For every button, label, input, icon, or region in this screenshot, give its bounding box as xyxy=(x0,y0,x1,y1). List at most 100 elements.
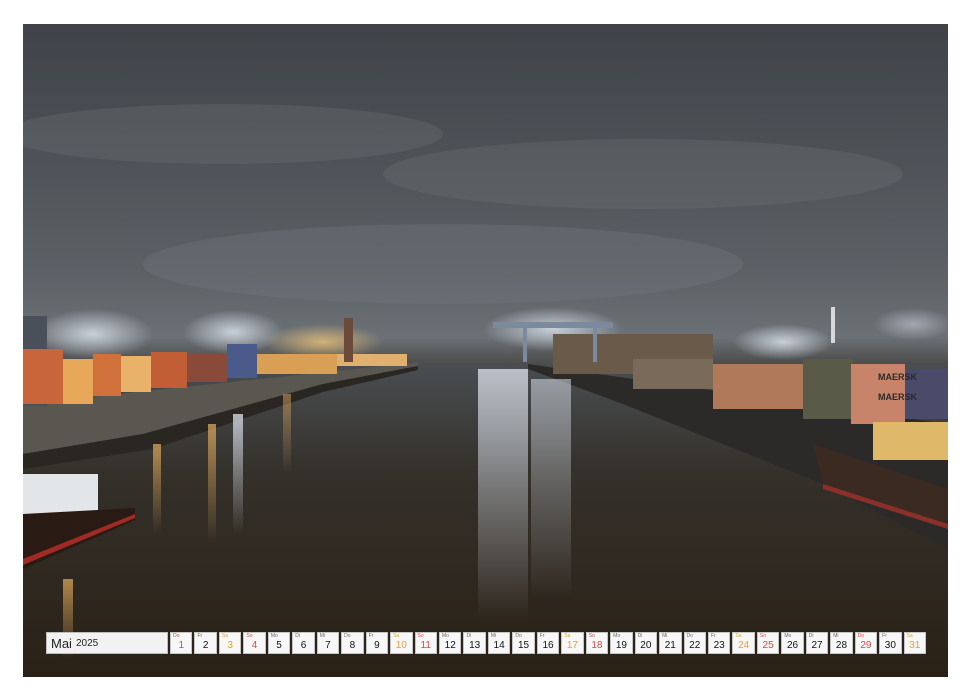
day-number: 18 xyxy=(591,640,603,651)
light-reflection xyxy=(531,379,571,599)
boat-cabin xyxy=(23,474,98,514)
day-cell: Fr 23 xyxy=(707,632,731,654)
harbor-scene: MAERSK MAERSK xyxy=(23,104,948,677)
day-cell: Mo 26 xyxy=(781,632,804,654)
light-glow xyxy=(733,324,833,360)
day-number: 17 xyxy=(566,640,579,651)
day-number: 11 xyxy=(420,640,431,651)
light-reflection xyxy=(153,444,161,534)
weekday-abbr: Sa xyxy=(735,633,742,639)
day-number: 6 xyxy=(300,640,307,651)
weekday-abbr: So xyxy=(759,633,766,639)
day-number: 5 xyxy=(276,640,282,651)
maersk-label: MAERSK xyxy=(878,392,918,402)
day-number: 7 xyxy=(325,640,331,651)
container-stack xyxy=(713,364,803,409)
weekday-abbr: Mi xyxy=(490,633,497,639)
weekday-abbr: Do xyxy=(686,633,693,639)
day-cell: So 25 xyxy=(756,632,780,654)
weekday-abbr: Fr xyxy=(197,633,203,639)
day-cell: Sa 24 xyxy=(732,632,755,654)
day-number: 4 xyxy=(251,640,258,651)
day-cell: Di 13 xyxy=(463,632,486,654)
day-number: 29 xyxy=(860,640,872,651)
day-number: 30 xyxy=(884,640,896,651)
day-number: 13 xyxy=(469,640,481,651)
weekday-abbr: Sa xyxy=(564,633,571,639)
day-cell: Do 22 xyxy=(683,632,706,654)
day-cell: Do 29 xyxy=(854,632,878,654)
weekday-abbr: Sa xyxy=(221,633,229,639)
month-name: Mai xyxy=(51,635,72,651)
day-number: 9 xyxy=(374,640,380,651)
day-cell: Mi 14 xyxy=(487,632,511,654)
container-stack xyxy=(187,354,227,382)
day-number: 15 xyxy=(518,640,530,651)
day-number: 2 xyxy=(202,640,209,651)
light-glow xyxy=(873,308,948,340)
weekday-abbr: Do xyxy=(173,633,180,639)
day-cell: Mi 28 xyxy=(830,632,853,654)
weekday-abbr: Mi xyxy=(833,633,839,639)
day-cell: Do 8 xyxy=(341,632,364,654)
container-stack xyxy=(121,356,151,392)
day-cell: So 11 xyxy=(414,632,437,654)
day-number: 24 xyxy=(738,640,750,651)
month-year: 2025 xyxy=(75,637,99,649)
weekday-abbr: Do xyxy=(515,633,522,639)
day-number: 16 xyxy=(542,640,554,651)
weekday-abbr: Di xyxy=(466,633,472,639)
day-cell: Mo 19 xyxy=(610,632,633,654)
day-number: 27 xyxy=(811,640,823,651)
day-number: 26 xyxy=(786,640,799,651)
day-cell: Fr 9 xyxy=(365,632,389,654)
day-cell: Di 6 xyxy=(292,632,315,654)
weekday-abbr: Mo xyxy=(270,633,278,639)
weekday-abbr: Fr xyxy=(882,633,887,639)
weekday-abbr: Di xyxy=(637,633,643,639)
month-label-box: Mai 2025 xyxy=(46,632,168,654)
gantry-crane-leg xyxy=(523,322,527,362)
day-cell: Mo 12 xyxy=(438,632,462,654)
day-cell: Mi 21 xyxy=(659,632,682,654)
weekday-abbr: Fr xyxy=(710,633,716,639)
day-number: 23 xyxy=(713,640,725,651)
harbor-night-photo: MAERSK MAERSK xyxy=(23,24,948,677)
cloud xyxy=(383,139,903,209)
day-number: 21 xyxy=(664,640,676,651)
container-stack xyxy=(93,354,121,396)
day-number: 1 xyxy=(178,640,184,651)
container-stack xyxy=(63,359,93,404)
weekday-abbr: Mo xyxy=(784,633,792,639)
weekday-abbr: So xyxy=(588,633,595,639)
day-cell: Mo 5 xyxy=(267,632,291,654)
day-cell: Sa 10 xyxy=(390,632,413,654)
container-stack xyxy=(803,359,853,419)
day-cell: Do 15 xyxy=(512,632,535,654)
cloud xyxy=(23,104,443,164)
weekday-abbr: Do xyxy=(344,633,351,639)
maersk-label: MAERSK xyxy=(878,372,918,382)
day-number: 3 xyxy=(227,640,233,651)
day-cell: Sa 17 xyxy=(561,632,584,654)
day-cell: Sa 31 xyxy=(903,632,927,654)
day-number: 28 xyxy=(835,640,848,651)
day-number: 22 xyxy=(689,640,701,651)
day-cell: Fr 30 xyxy=(879,632,902,654)
chimney xyxy=(831,307,835,343)
day-cell: Sa 3 xyxy=(218,632,242,654)
day-number: 10 xyxy=(395,640,407,651)
day-number: 25 xyxy=(762,640,774,651)
container-stack xyxy=(873,422,948,460)
weekday-abbr: Di xyxy=(295,633,300,639)
weekday-abbr: Mo xyxy=(441,633,449,639)
container-stack xyxy=(227,344,257,378)
weekday-abbr: Mo xyxy=(613,633,621,639)
day-cell: So 18 xyxy=(585,632,609,654)
container-stack xyxy=(633,359,713,389)
weekday-abbr: So xyxy=(417,633,424,639)
day-cell: Di 27 xyxy=(805,632,829,654)
weekday-abbr: Sa xyxy=(906,633,913,639)
container-stack xyxy=(151,352,187,388)
gantry-crane-leg xyxy=(593,322,597,362)
